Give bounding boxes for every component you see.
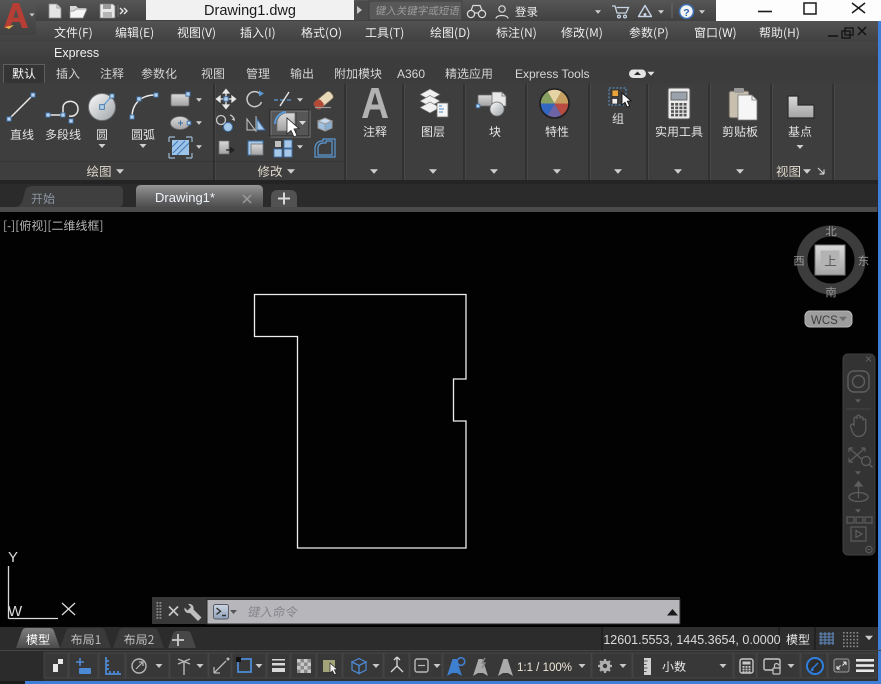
svg-text:?: ?: [683, 7, 689, 19]
svg-text:Drawing1.dwg: Drawing1.dwg: [204, 3, 296, 19]
svg-text:12601.5553, 1445.3654, 0.0000: 12601.5553, 1445.3654, 0.0000: [603, 633, 780, 647]
svg-text:W: W: [8, 603, 23, 620]
svg-text:A360: A360: [397, 67, 425, 81]
svg-text:1:1 / 100%: 1:1 / 100%: [517, 662, 572, 674]
svg-text:Express Tools: Express Tools: [515, 67, 589, 81]
svg-text:WCS: WCS: [811, 315, 838, 327]
svg-text:Express: Express: [54, 46, 99, 60]
svg-text:Y: Y: [8, 549, 18, 566]
svg-text:Drawing1*: Drawing1*: [155, 190, 215, 205]
